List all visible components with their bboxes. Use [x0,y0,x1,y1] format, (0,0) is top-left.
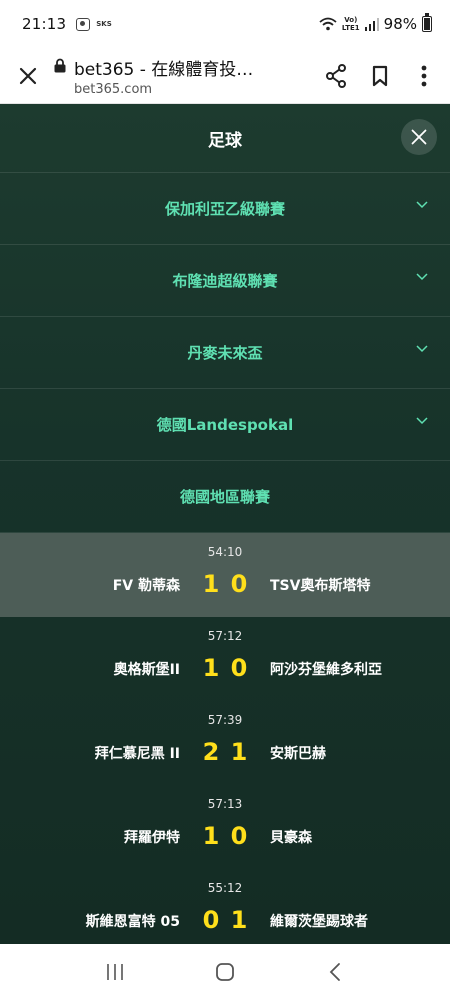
chevron-down-icon [416,345,428,353]
home-team: FV 勒蒂森 [112,578,180,594]
close-icon [411,129,427,145]
away-team: 安斯巴赫 [270,746,326,762]
match-row[interactable]: 57:12 奧格斯堡II 1 0 阿沙芬堡維多利亞 [0,617,450,701]
away-score: 0 [230,654,248,682]
match-list: 54:10 FV 勒蒂森 1 0 TSV奧布斯塔特 57:12 奧格斯堡II 1… [0,533,450,944]
bookmark-icon [372,65,388,86]
chevron-down-icon [416,201,428,209]
close-icon [19,67,37,84]
lock-icon [54,58,66,72]
sks-label: SKS [96,19,112,28]
system-nav-bar [0,944,450,1000]
home-team: 斯維恩富特 05 [85,914,180,930]
app-notification-icon [76,17,91,31]
home-team: 奧格斯堡II [113,662,180,678]
wifi-icon [319,17,337,31]
match-clock: 57:12 [207,629,243,643]
league-name: 德國Landespokal [156,416,294,434]
close-tab-button[interactable] [6,54,50,98]
bookmark-button[interactable] [358,54,402,98]
status-time: 21:13 [22,15,67,33]
recent-apps-button[interactable] [95,952,135,992]
chevron-down-icon [416,273,428,281]
panel-close-button[interactable] [401,119,437,155]
battery-icon [422,13,432,32]
league-name: 丹麥未來盃 [187,344,263,362]
league-row[interactable]: 丹麥未來盃 [0,317,450,389]
home-button[interactable] [205,952,245,992]
share-icon [326,63,346,88]
battery-percent: 98% [383,15,417,33]
url-bar[interactable]: bet365 - 在線體育投… bet365.com [50,55,314,97]
away-team: TSV奧布斯塔特 [270,578,371,594]
chevron-down-icon [416,417,428,425]
panel-header: 足球 [0,104,450,172]
panel-title: 足球 [208,130,242,151]
recent-apps-icon [107,964,123,980]
league-row[interactable]: 保加利亞乙級聯賽 [0,173,450,245]
volte-top: Vo) [344,16,358,24]
status-bar: 21:13 SKS Vo) LTE1 98% [0,0,450,48]
home-score: 1 [202,822,220,850]
match-clock: 55:12 [207,881,243,895]
match-row[interactable]: 57:39 拜仁慕尼黑 II 2 1 安斯巴赫 [0,701,450,785]
sport-menu-panel: 足球 保加利亞乙級聯賽 布隆迪超級聯賽 丹麥未來盃 德國Landespokal … [0,104,450,944]
match-clock: 54:10 [207,545,243,559]
home-score: 0 [202,906,220,934]
share-button[interactable] [314,54,358,98]
home-team: 拜仁慕尼黑 II [94,746,180,762]
more-options-button[interactable] [402,54,446,98]
back-icon [329,963,340,981]
match-row[interactable]: 55:12 斯維恩富特 05 0 1 維爾茨堡踢球者 [0,869,450,944]
volte-bottom: LTE1 [341,24,360,32]
home-score: 1 [202,570,220,598]
league-row[interactable]: 布隆迪超級聯賽 [0,245,450,317]
match-row[interactable]: 54:10 FV 勒蒂森 1 0 TSV奧布斯塔特 [0,533,450,617]
league-row[interactable]: 德國Landespokal [0,389,450,461]
page-title: bet365 - 在線體育投… [74,59,254,80]
league-name: 保加利亞乙級聯賽 [164,200,285,218]
away-team: 維爾茨堡踢球者 [270,914,368,930]
browser-toolbar: bet365 - 在線體育投… bet365.com [0,48,450,104]
league-name: 德國地區聯賽 [179,488,270,506]
more-icon [421,65,427,86]
league-list: 保加利亞乙級聯賽 布隆迪超級聯賽 丹麥未來盃 德國Landespokal 德國地… [0,172,450,533]
home-icon [216,963,234,981]
back-button[interactable] [315,952,355,992]
match-clock: 57:13 [207,797,243,811]
match-clock: 57:39 [207,713,243,727]
page-url: bet365.com [74,81,153,97]
league-name: 布隆迪超級聯賽 [172,272,278,290]
status-notification-icons: SKS [76,17,112,31]
away-score: 0 [230,570,248,598]
away-score: 1 [230,906,248,934]
signal-icon [364,18,379,31]
away-score: 0 [230,822,248,850]
league-row-expanded[interactable]: 德國地區聯賽 [0,461,450,533]
status-right: Vo) LTE1 98% [319,13,432,33]
volte-indicator: Vo) LTE1 [342,16,360,32]
home-score: 1 [202,654,220,682]
away-team: 阿沙芬堡維多利亞 [270,662,382,678]
away-score: 1 [230,738,248,766]
away-team: 貝豪森 [270,830,312,846]
home-team: 拜羅伊特 [124,830,180,846]
match-row[interactable]: 57:13 拜羅伊特 1 0 貝豪森 [0,785,450,869]
home-score: 2 [202,738,220,766]
